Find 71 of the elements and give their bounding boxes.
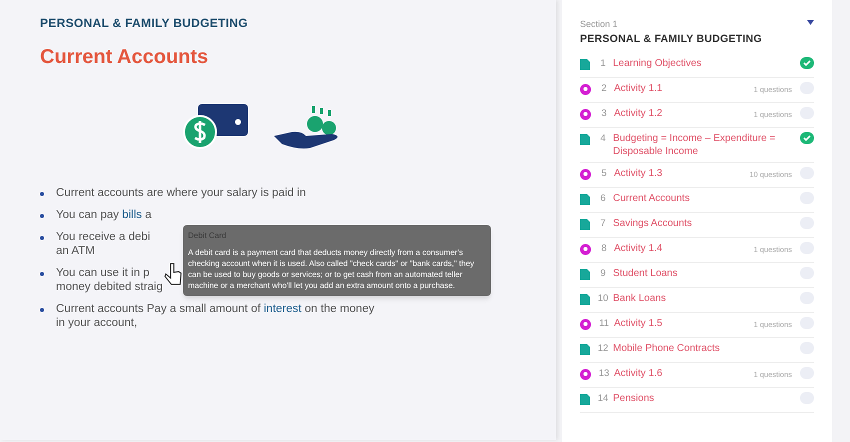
course-title: PERSONAL & FAMILY BUDGETING bbox=[40, 15, 249, 32]
bullet-icon bbox=[40, 214, 44, 218]
bullet-text: money debited straig bbox=[56, 280, 163, 294]
question-icon bbox=[580, 244, 591, 256]
item-title: Activity 1.5 bbox=[614, 317, 664, 330]
item-number: 1 bbox=[599, 57, 607, 72]
document-icon bbox=[580, 194, 590, 206]
item-number: 5 bbox=[600, 167, 608, 182]
item-title: Mobile Phone Contracts bbox=[613, 342, 721, 356]
item-number: 11 bbox=[598, 317, 610, 332]
document-icon bbox=[580, 269, 590, 280]
document-icon bbox=[580, 344, 590, 356]
bullet-text: in your account, bbox=[56, 316, 138, 330]
question-icon bbox=[580, 84, 591, 96]
lesson-item[interactable]: 7 Savings Accounts bbox=[580, 213, 814, 238]
question-icon bbox=[580, 109, 591, 120]
item-title: Learning Objectives bbox=[613, 57, 702, 70]
tooltip-text: A debit card is a payment card that deducts money directly from a consumer's checking account when it is used. Also called "check cards" or "bank cards," they can be used to buy goods or services; or to get cash from an automated teller machine or a merchant who'll let you add an extra amount onto a purchase. bbox=[188, 247, 476, 291]
item-title: Activity 1.3 bbox=[614, 167, 664, 180]
item-number: 9 bbox=[599, 267, 607, 282]
item-number: 10 bbox=[596, 292, 610, 306]
item-number: 12 bbox=[596, 342, 610, 356]
bullet-text: You receive a debi bbox=[56, 230, 150, 244]
wallet-dollar-icon bbox=[180, 102, 250, 150]
question-icon bbox=[580, 169, 591, 180]
bullet-text: You can use it in p bbox=[56, 266, 151, 280]
item-number: 7 bbox=[599, 217, 607, 232]
item-title: Current Accounts bbox=[613, 192, 691, 206]
document-icon bbox=[580, 294, 590, 306]
lesson-title: Current Accounts bbox=[40, 45, 210, 70]
lesson-item[interactable]: 14 Pensions bbox=[580, 388, 814, 414]
caret-icon[interactable] bbox=[807, 20, 814, 25]
bullet-icon bbox=[40, 192, 44, 196]
item-number: 2 bbox=[600, 82, 608, 96]
item-title: Budgeting = Income – Expenditure = Disposable Income bbox=[613, 132, 776, 158]
item-number: 13 bbox=[598, 367, 610, 382]
document-icon bbox=[580, 134, 590, 146]
item-number: 6 bbox=[599, 192, 607, 206]
item-number: 4 bbox=[599, 132, 607, 146]
document-icon bbox=[580, 394, 590, 406]
item-title: Bank Loans bbox=[613, 292, 667, 306]
bullet-text: Current accounts are where your salary is paid in bbox=[56, 186, 306, 200]
lesson-item[interactable]: 10 Bank Loans bbox=[580, 288, 814, 314]
section-label: Section 1 bbox=[580, 18, 619, 31]
lesson-item[interactable]: 4 Budgeting = Income – Expenditure = Disposable Income bbox=[580, 128, 814, 164]
bullet-icon bbox=[40, 308, 44, 312]
document-icon bbox=[580, 59, 590, 70]
lesson-item[interactable]: 6 Current Accounts bbox=[580, 188, 814, 214]
item-title: Activity 1.2 bbox=[614, 107, 664, 120]
bullet-text: an ATM bbox=[56, 244, 96, 258]
item-title: Activity 1.1 bbox=[614, 82, 664, 96]
item-number: 3 bbox=[600, 107, 608, 122]
item-title: Activity 1.6 bbox=[614, 367, 664, 380]
section-title: PERSONAL & FAMILY BUDGETING bbox=[580, 32, 762, 46]
item-title: Savings Accounts bbox=[613, 217, 693, 230]
bullet-icon bbox=[40, 272, 44, 276]
item-title: Student Loans bbox=[613, 267, 678, 280]
item-title: Pensions bbox=[613, 392, 656, 406]
lesson-item[interactable]: 9 Student Loans bbox=[580, 263, 814, 288]
bullet-icon bbox=[40, 236, 44, 240]
item-number: 14 bbox=[596, 392, 610, 406]
pointer-cursor-icon bbox=[164, 262, 182, 286]
question-icon bbox=[580, 319, 591, 330]
document-icon bbox=[580, 219, 590, 230]
item-title: Activity 1.4 bbox=[614, 242, 664, 256]
lesson-item[interactable]: 12 Mobile Phone Contracts bbox=[580, 338, 814, 364]
bullet-text: You can pay bills a bbox=[56, 208, 152, 222]
lesson-item[interactable]: 1 Learning Objectives bbox=[580, 53, 814, 78]
bullet-text: Current accounts Pay a small amount of interest on the money bbox=[56, 302, 374, 316]
item-number: 8 bbox=[600, 242, 608, 256]
question-icon bbox=[580, 369, 591, 380]
